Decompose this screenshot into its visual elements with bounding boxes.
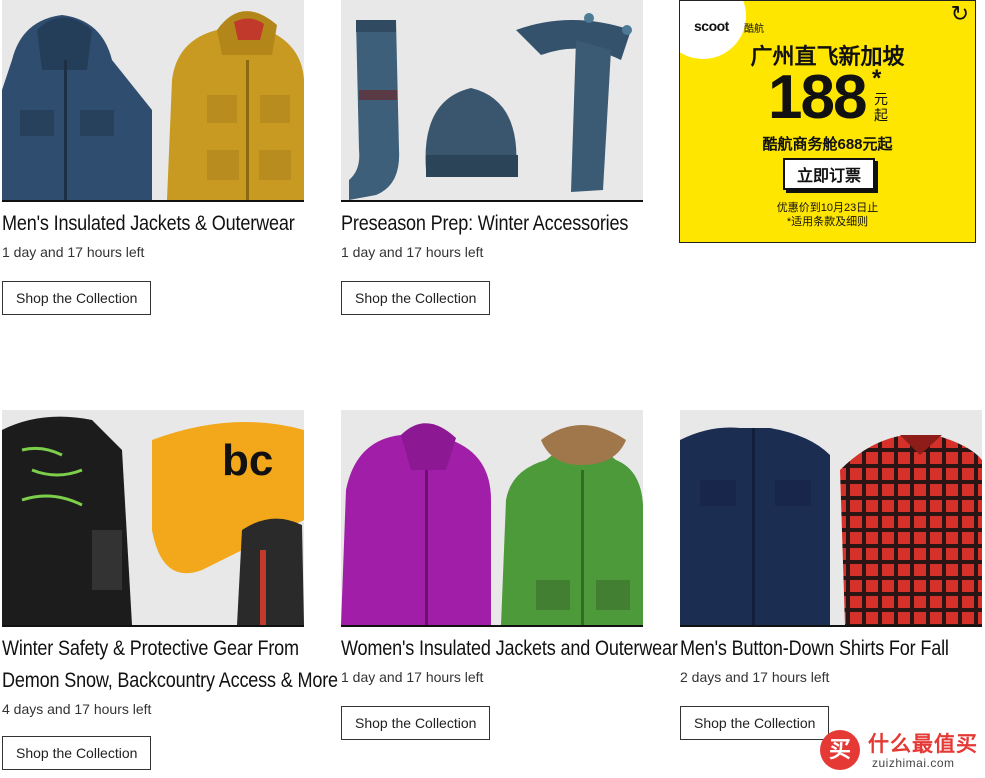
time-left: 1 day and 17 hours left	[2, 244, 145, 260]
shop-collection-button[interactable]: Shop the Collection	[2, 736, 152, 770]
collection-title[interactable]: Men's Insulated Jackets & Outerwear	[2, 208, 295, 240]
product-image[interactable]	[680, 410, 982, 627]
scoot-ad-banner[interactable]: scoot 酷航 ↻ 广州直飞新加坡 188 * 元起 酷航商务舱688元起 立…	[679, 0, 976, 243]
shop-collection-button[interactable]: Shop the Collection	[680, 706, 830, 740]
time-left: 1 day and 17 hours left	[341, 669, 484, 685]
time-left: 4 days and 17 hours left	[2, 701, 152, 717]
product-image[interactable]	[341, 0, 643, 202]
product-card: Women's Insulated Jackets and Outerwear …	[341, 410, 678, 740]
shop-collection-button[interactable]: Shop the Collection	[341, 706, 491, 740]
replay-icon[interactable]: ↻	[951, 3, 969, 25]
site-watermark: 买 什么最值买 zuizhimai.com	[820, 726, 980, 772]
collection-title[interactable]: Women's Insulated Jackets and Outerwear	[341, 633, 678, 665]
scoot-logo-cn: 酷航	[744, 24, 764, 35]
ad-price-star: *	[872, 65, 882, 92]
product-card: bc Winter Safety & Protective Gear From …	[2, 410, 338, 770]
product-image[interactable]	[341, 410, 643, 627]
ad-price-unit: 元起	[874, 91, 888, 123]
shop-collection-button[interactable]: Shop the Collection	[2, 281, 152, 315]
ad-fine-line-2: *适用条款及细则	[786, 216, 869, 228]
product-image[interactable]	[2, 0, 304, 202]
ad-fine-print: 优惠价到10月23日止 *适用条款及细则	[680, 201, 975, 229]
watermark-badge-icon: 买	[820, 730, 860, 770]
watermark-cn: 什么最值买	[868, 733, 978, 756]
product-card: Men's Insulated Jackets & Outerwear 1 da…	[2, 0, 304, 315]
time-left: 1 day and 17 hours left	[341, 244, 484, 260]
ad-fine-line-1: 优惠价到10月23日止	[776, 202, 879, 214]
collection-title[interactable]: Winter Safety & Protective Gear From	[2, 633, 299, 665]
ad-price: 188	[768, 63, 867, 132]
scoot-logo: scoot	[694, 18, 729, 34]
svg-text:bc: bc	[222, 436, 273, 485]
collection-title-line-2[interactable]: Demon Snow, Backcountry Access & More	[2, 665, 338, 697]
book-now-button[interactable]: 立即订票	[783, 158, 876, 190]
product-card: Men's Button-Down Shirts For Fall 2 days…	[680, 410, 982, 740]
collection-title[interactable]: Preseason Prep: Winter Accessories	[341, 208, 628, 240]
time-left: 2 days and 17 hours left	[680, 669, 830, 685]
product-card: Preseason Prep: Winter Accessories 1 day…	[341, 0, 643, 315]
collection-title[interactable]: Men's Button-Down Shirts For Fall	[680, 633, 949, 665]
ad-subline: 酷航商务舱688元起	[762, 136, 893, 153]
shop-collection-button[interactable]: Shop the Collection	[341, 281, 491, 315]
product-image[interactable]: bc	[2, 410, 304, 627]
watermark-url: zuizhimai.com	[872, 756, 955, 770]
